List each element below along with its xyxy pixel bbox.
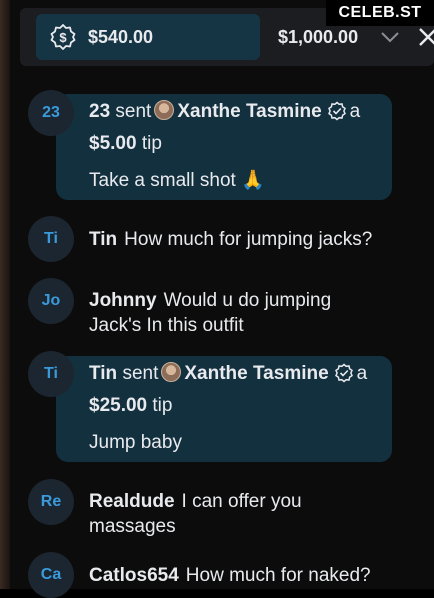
chat-text: How much for naked?	[185, 565, 371, 586]
tip-amount: $5.00	[89, 133, 137, 154]
brand-watermark: CELEB.ST	[326, 0, 434, 26]
avatar[interactable]: Ti	[28, 216, 74, 262]
close-icon[interactable]	[418, 26, 434, 48]
tip-amount-selected: $540.00	[88, 26, 154, 47]
sent-label: sent	[115, 101, 152, 122]
avatar[interactable]: Ca	[28, 552, 74, 598]
tip-label: tip	[141, 133, 162, 154]
app-frame: $ $540.00 $1,000.00 CELEB.ST 23 23 sent X…	[0, 0, 434, 598]
tip-option-selected[interactable]: $ $540.00	[36, 14, 260, 60]
verified-badge-icon	[327, 101, 347, 121]
chat-message: Johnny Would u do jumping	[89, 288, 331, 313]
avatar[interactable]: 23	[28, 90, 74, 136]
chat-username[interactable]: Johnny	[89, 290, 157, 311]
chat-message: Realdude I can offer you	[89, 489, 302, 514]
a-label: a	[349, 101, 361, 122]
recipient-avatar	[161, 362, 182, 382]
tip-amount-line: $5.00 tip	[89, 131, 162, 156]
chevron-down-icon[interactable]	[380, 27, 400, 47]
tip-amount: $25.00	[89, 395, 148, 416]
chat-text-continued: Jack's In this outfit	[89, 315, 244, 336]
avatar[interactable]: Re	[28, 479, 74, 525]
recipient-avatar	[154, 100, 175, 120]
a-label: a	[356, 363, 368, 384]
tip-note: Take a small shot 🙏	[89, 170, 265, 191]
tip-amount-line: $25.00 tip	[89, 393, 172, 418]
tip-label: tip	[152, 395, 173, 416]
sent-label: sent	[122, 363, 159, 384]
tip-header: 23 sent Xanthe Tasmine a	[89, 99, 360, 124]
chat-text: Would u do jumping	[163, 290, 332, 311]
chat-text: How much for jumping jacks?	[124, 229, 373, 250]
svg-text:$: $	[59, 30, 67, 45]
video-edge	[0, 0, 10, 589]
tip-sender[interactable]: 23	[89, 101, 110, 122]
tip-coin-icon: $	[50, 24, 76, 50]
chat-username[interactable]: Tin	[89, 229, 117, 250]
tip-header: Tin sent Xanthe Tasmine a	[89, 361, 367, 386]
avatar[interactable]: Jo	[28, 278, 74, 324]
tip-recipient[interactable]: Xanthe Tasmine	[184, 363, 328, 384]
chat-username[interactable]: Catlos654	[89, 565, 179, 586]
chat-message: Catlos654 How much for naked?	[89, 563, 371, 588]
verified-badge-icon	[334, 363, 354, 383]
tip-amount-other: $1,000.00	[278, 26, 359, 47]
tip-sender[interactable]: Tin	[89, 363, 117, 384]
tip-recipient[interactable]: Xanthe Tasmine	[177, 101, 321, 122]
avatar[interactable]: Ti	[28, 351, 74, 397]
tip-note: Jump baby	[89, 432, 182, 453]
chat-message: Tin How much for jumping jacks?	[89, 227, 372, 252]
chat-text-continued: massages	[89, 516, 176, 537]
chat-text: I can offer you	[181, 491, 302, 512]
chat-username[interactable]: Realdude	[89, 491, 175, 512]
